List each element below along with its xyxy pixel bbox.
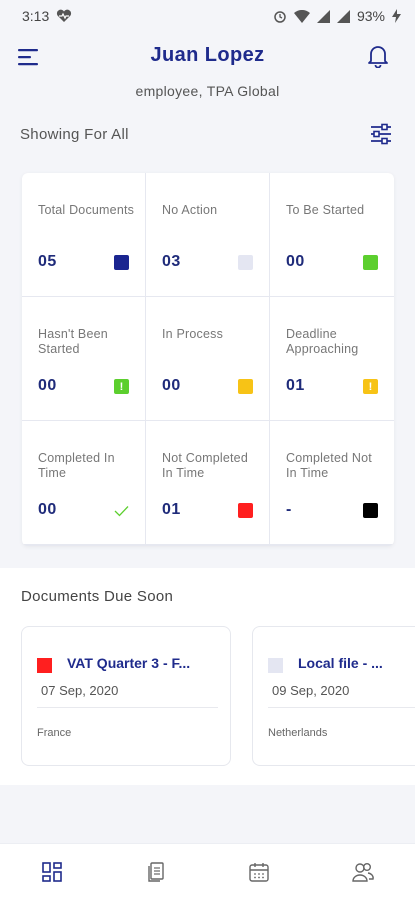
document-date: 07 Sep, 2020 xyxy=(41,683,119,698)
stat-deadline-approaching[interactable]: Deadline Approaching 01 ! xyxy=(270,297,394,420)
stat-not-completed-in-time[interactable]: Not Completed In Time 01 xyxy=(146,421,269,544)
user-name: Juan Lopez xyxy=(150,44,265,66)
stat-value: 01 xyxy=(286,377,305,394)
exclamation-icon: ! xyxy=(363,379,378,394)
stat-label: In Process xyxy=(162,327,224,341)
status-color-marker xyxy=(238,503,253,518)
stat-hasnt-been-started[interactable]: Hasn't Been Started 00 ! xyxy=(22,297,145,420)
users-icon[interactable] xyxy=(351,860,375,884)
stat-completed-in-time[interactable]: Completed In Time 00 xyxy=(22,421,145,544)
divider xyxy=(268,707,415,708)
status-color-marker xyxy=(268,658,283,673)
stat-value: 03 xyxy=(162,253,181,270)
filter-settings-icon[interactable] xyxy=(369,122,393,146)
status-color-marker xyxy=(363,503,378,518)
health-icon xyxy=(56,9,72,23)
stat-label: Hasn't Been Started xyxy=(38,327,108,356)
stat-completed-not-in-time[interactable]: Completed Not In Time - xyxy=(270,421,394,544)
stat-label: Not Completed In Time xyxy=(162,451,248,480)
filter-row: Showing For All xyxy=(20,120,393,148)
status-color-marker xyxy=(238,379,253,394)
status-time: 3:13 xyxy=(22,8,50,24)
stat-label: Completed Not In Time xyxy=(286,451,372,480)
battery-text: 93% xyxy=(356,8,385,24)
status-bar: 3:13 93% xyxy=(0,0,415,32)
filter-label: Showing For All xyxy=(20,125,129,143)
stat-label: Total Documents xyxy=(38,203,135,217)
stat-value: 00 xyxy=(38,501,57,518)
stat-value: 05 xyxy=(38,253,57,270)
stat-value: 00 xyxy=(286,253,305,270)
signal-icon xyxy=(336,9,350,23)
dashboard-icon[interactable] xyxy=(40,860,64,884)
document-country: France xyxy=(37,727,72,739)
stat-total-documents[interactable]: Total Documents 05 xyxy=(22,173,145,296)
exclamation-icon: ! xyxy=(114,379,129,394)
calendar-icon[interactable] xyxy=(247,860,271,884)
signal-icon xyxy=(316,9,330,23)
document-name: Local file - ... xyxy=(298,655,383,671)
stat-in-process[interactable]: In Process 00 xyxy=(146,297,269,420)
notification-bell-icon[interactable] xyxy=(367,44,389,69)
document-card[interactable]: VAT Quarter 3 - F... 07 Sep, 2020 France xyxy=(21,626,231,766)
documents-due-soon-section: Documents Due Soon VAT Quarter 3 - F... … xyxy=(0,568,415,785)
stat-value: 00 xyxy=(38,377,57,394)
stat-value: 00 xyxy=(162,377,181,394)
divider xyxy=(37,707,218,708)
stat-value: - xyxy=(286,501,292,518)
status-color-marker xyxy=(238,255,253,270)
document-name: VAT Quarter 3 - F... xyxy=(67,655,191,671)
stat-label: No Action xyxy=(162,203,218,217)
bottom-navigation xyxy=(0,843,415,900)
alarm-icon xyxy=(273,9,287,23)
document-country: Netherlands xyxy=(268,727,328,739)
document-stats-grid: Total Documents 05 No Action 03 To Be St… xyxy=(22,173,394,546)
battery-charging-icon xyxy=(392,9,401,23)
stat-to-be-started[interactable]: To Be Started 00 xyxy=(270,173,394,296)
document-card[interactable]: Local file - ... 09 Sep, 2020 Netherland… xyxy=(252,626,415,766)
checkmark-icon xyxy=(114,503,129,518)
stat-label: To Be Started xyxy=(286,203,365,217)
stat-value: 01 xyxy=(162,501,181,518)
status-color-marker xyxy=(114,255,129,270)
wifi-icon xyxy=(293,9,310,23)
stat-label: Completed In Time xyxy=(38,451,115,480)
app-header: Juan Lopez employee, TPA Global xyxy=(0,32,415,112)
documents-icon[interactable] xyxy=(144,860,168,884)
document-date: 09 Sep, 2020 xyxy=(272,683,350,698)
status-color-marker xyxy=(363,255,378,270)
status-color-marker xyxy=(37,658,52,673)
user-role: employee, TPA Global xyxy=(135,83,280,99)
stat-label: Deadline Approaching xyxy=(286,327,359,356)
stat-no-action[interactable]: No Action 03 xyxy=(146,173,269,296)
section-title: Documents Due Soon xyxy=(21,588,174,605)
